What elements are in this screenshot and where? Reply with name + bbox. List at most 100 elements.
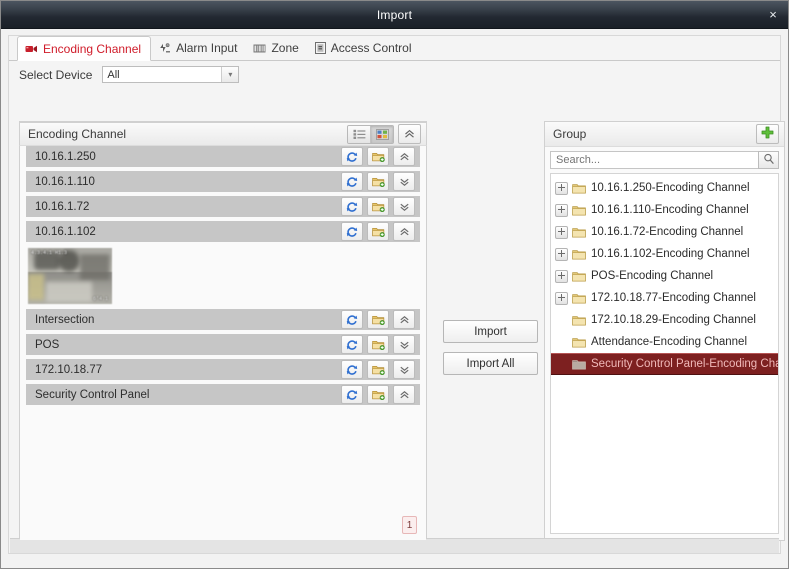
add-to-group-icon[interactable] — [367, 360, 389, 379]
group-tree-node[interactable]: 10.16.1.72-Encoding Channel — [551, 221, 778, 243]
group-panel: Group Search... 10.16.1.250-Encoding Cha… — [544, 121, 785, 541]
tab-alarm-input[interactable]: Alarm Input — [151, 36, 246, 60]
close-icon[interactable]: × — [764, 5, 782, 23]
thumbnail-view-icon[interactable] — [370, 125, 393, 143]
refresh-icon[interactable] — [341, 222, 363, 241]
device-row[interactable]: 10.16.1.72 — [26, 196, 420, 217]
add-to-group-icon[interactable] — [367, 197, 389, 216]
refresh-icon[interactable] — [341, 310, 363, 329]
channel-thumbnail-area[interactable]: 4.3.4.1 H1.3 6'4.1 — [26, 246, 420, 306]
group-node-label: 10.16.1.110-Encoding Channel — [591, 204, 749, 216]
thumbnail-shape — [80, 254, 110, 280]
folder-icon — [572, 271, 586, 282]
device-row[interactable]: Intersection — [26, 309, 420, 330]
refresh-icon[interactable] — [341, 197, 363, 216]
add-to-group-icon[interactable] — [367, 335, 389, 354]
window-title: Import — [376, 7, 413, 22]
folder-icon — [572, 183, 586, 194]
search-button[interactable] — [758, 151, 779, 169]
tab-access-control[interactable]: Access Control — [308, 36, 421, 60]
folder-icon — [572, 293, 586, 304]
group-tree-node[interactable]: 172.10.18.77-Encoding Channel — [551, 287, 778, 309]
expand-icon[interactable] — [555, 247, 568, 261]
tab-label: Zone — [271, 41, 299, 55]
folder-icon — [572, 359, 586, 370]
folder-icon — [572, 205, 586, 216]
refresh-icon[interactable] — [341, 360, 363, 379]
device-row[interactable]: Security Control Panel — [26, 384, 420, 405]
group-tree-node-selected[interactable]: Security Control Panel-Encoding Channel — [551, 353, 778, 375]
collapse-all-icon[interactable] — [398, 124, 421, 144]
alarm-input-icon — [158, 42, 171, 54]
page-number-badge[interactable]: 1 — [402, 516, 417, 534]
add-to-group-icon[interactable] — [367, 310, 389, 329]
refresh-icon[interactable] — [341, 147, 363, 166]
expand-icon[interactable] — [555, 291, 568, 305]
chevron-up-icon[interactable] — [393, 222, 415, 241]
refresh-icon[interactable] — [341, 335, 363, 354]
tab-encoding-channel[interactable]: Encoding Channel — [17, 36, 152, 61]
expand-icon[interactable] — [555, 203, 568, 217]
refresh-icon[interactable] — [341, 385, 363, 404]
access-control-icon — [314, 42, 326, 54]
group-node-label: Attendance-Encoding Channel — [591, 336, 748, 348]
chevron-down-icon[interactable] — [393, 360, 415, 379]
device-name: 10.16.1.250 — [35, 150, 96, 163]
device-row[interactable]: 10.16.1.250 — [26, 146, 420, 167]
folder-icon — [572, 337, 586, 348]
expand-icon[interactable] — [555, 181, 568, 195]
add-to-group-icon[interactable] — [367, 385, 389, 404]
group-node-label: POS-Encoding Channel — [591, 270, 714, 282]
group-node-label: 172.10.18.77-Encoding Channel — [591, 292, 756, 304]
device-row-buttons — [341, 310, 420, 329]
view-mode-toggle-group — [347, 124, 394, 144]
device-row[interactable]: 172.10.18.77 — [26, 359, 420, 380]
group-tree[interactable]: 10.16.1.250-Encoding Channel 10.16.1.110… — [550, 173, 779, 534]
camera-preview-thumbnail[interactable]: 4.3.4.1 H1.3 6'4.1 — [28, 248, 112, 304]
thumbnail-osd-top: 4.3.4.1 H1.3 — [31, 250, 68, 256]
group-tree-node[interactable]: Attendance-Encoding Channel — [551, 331, 778, 353]
chevron-down-icon[interactable]: ▾ — [221, 67, 239, 82]
tab-label: Alarm Input — [176, 41, 238, 55]
device-name: 10.16.1.110 — [35, 175, 95, 188]
device-row[interactable]: 10.16.1.110 — [26, 171, 420, 192]
tab-zone[interactable]: Zone — [246, 36, 307, 60]
expand-icon[interactable] — [555, 225, 568, 239]
device-row[interactable]: 10.16.1.102 — [26, 221, 420, 242]
select-device-dropdown[interactable]: All ▾ — [102, 66, 240, 83]
add-to-group-icon[interactable] — [367, 147, 389, 166]
chevron-down-icon[interactable] — [393, 335, 415, 354]
encoding-channel-list[interactable]: 10.16.1.250 10.16.1.110 10.16.1.72 10.16… — [20, 146, 426, 540]
list-view-icon[interactable] — [348, 125, 370, 143]
chevron-up-icon[interactable] — [393, 147, 415, 166]
group-tree-node[interactable]: 172.10.18.29-Encoding Channel — [551, 309, 778, 331]
chevron-down-icon[interactable] — [393, 172, 415, 191]
search-icon — [763, 153, 775, 168]
add-to-group-icon[interactable] — [367, 172, 389, 191]
window-titlebar: Import × — [1, 1, 788, 29]
group-node-label: 10.16.1.102-Encoding Channel — [591, 248, 750, 260]
chevron-up-icon[interactable] — [393, 385, 415, 404]
group-tree-node[interactable]: POS-Encoding Channel — [551, 265, 778, 287]
import-all-button[interactable]: Import All — [443, 352, 538, 375]
device-row-buttons — [341, 385, 420, 404]
add-group-button[interactable] — [756, 124, 779, 144]
transfer-buttons: Import Import All — [443, 320, 538, 384]
dialog-content-frame: Encoding Channel Alarm Input Zone Access… — [8, 35, 785, 554]
chevron-down-icon[interactable] — [393, 197, 415, 216]
panes-container: Encoding Channel 10.16.1.250 10.16.1.110… — [9, 89, 785, 553]
chevron-up-icon[interactable] — [393, 310, 415, 329]
group-tree-node[interactable]: 10.16.1.110-Encoding Channel — [551, 199, 778, 221]
refresh-icon[interactable] — [341, 172, 363, 191]
add-to-group-icon[interactable] — [367, 222, 389, 241]
zone-icon — [253, 43, 266, 54]
import-button[interactable]: Import — [443, 320, 538, 343]
group-node-label: 172.10.18.29-Encoding Channel — [591, 314, 756, 326]
expand-icon[interactable] — [555, 269, 568, 283]
group-tree-node[interactable]: 10.16.1.250-Encoding Channel — [551, 177, 778, 199]
device-row-buttons — [341, 147, 420, 166]
group-tree-node[interactable]: 10.16.1.102-Encoding Channel — [551, 243, 778, 265]
device-row[interactable]: POS — [26, 334, 420, 355]
dialog-footer-strip — [10, 538, 779, 553]
search-input[interactable] — [550, 151, 758, 169]
